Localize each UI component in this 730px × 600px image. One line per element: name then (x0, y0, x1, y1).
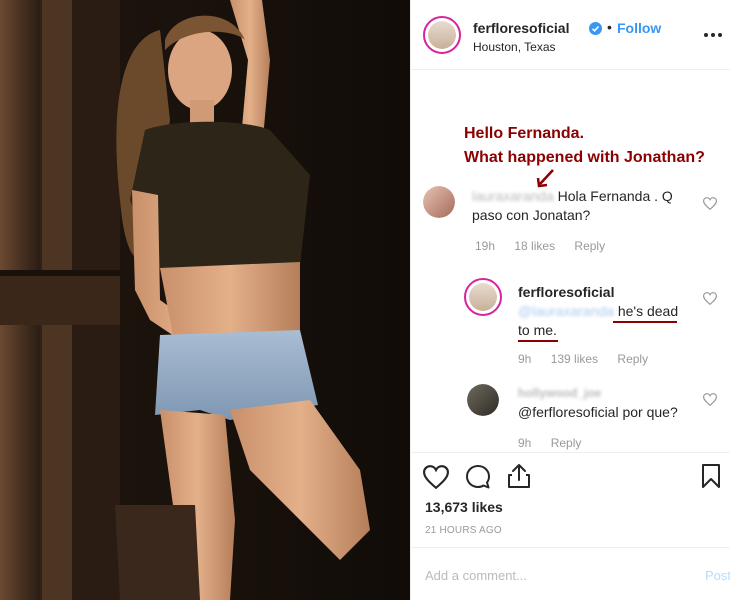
commenter-avatar[interactable] (423, 186, 455, 218)
like-reply-icon[interactable] (703, 292, 717, 305)
post-photo[interactable] (0, 0, 410, 600)
author-username[interactable]: ferfloresoficial (473, 20, 569, 36)
reply2-username[interactable]: hollywood_joe (518, 384, 601, 403)
reply-username[interactable]: ferfloresoficial (518, 283, 698, 302)
reply-likes[interactable]: 139 likes (551, 352, 598, 366)
post-header: ferfloresoficial • Follow Houston, Texas (411, 0, 730, 70)
reply-text-line2: to me. (518, 322, 557, 338)
comment-time[interactable]: 19h (475, 239, 495, 253)
post-timestamp[interactable]: 21 HOURS AGO (425, 525, 502, 536)
annotation-text: Hello Fernanda. What happened with Jonat… (464, 122, 705, 170)
like-reply2-icon[interactable] (703, 393, 717, 406)
comment-body: lauraxaranda Hola Fernanda . Q paso con … (472, 187, 682, 225)
annotation-line-1: Hello Fernanda. (464, 125, 585, 142)
like-icon[interactable] (423, 465, 449, 489)
post-actions: 13,673 likes 21 HOURS AGO (411, 452, 730, 547)
post-sidebar: ferfloresoficial • Follow Houston, Texas… (410, 0, 730, 600)
comment-icon[interactable] (465, 464, 491, 490)
comment-meta: 19h 18 likes Reply (475, 239, 621, 253)
reply-button[interactable]: Reply (574, 239, 605, 253)
verified-badge-icon (589, 22, 602, 35)
reply2-time[interactable]: 9h (518, 436, 531, 450)
post-location[interactable]: Houston, Texas (473, 40, 556, 54)
annotation-underline-1 (613, 321, 677, 323)
more-options-icon[interactable] (703, 26, 723, 37)
comment-text-line2: paso con Jonatan? (472, 207, 591, 223)
comment-likes[interactable]: 18 likes (514, 239, 555, 253)
reply2-body: hollywood_joe @ferfloresoficial por que? (518, 383, 698, 422)
author-avatar[interactable] (423, 16, 461, 54)
post-comment-button[interactable]: Post (705, 568, 730, 583)
add-comment-input[interactable]: Add a comment... (425, 568, 527, 583)
annotation-underline-2 (518, 340, 558, 342)
reply-meta: 9h 139 likes Reply (518, 352, 664, 366)
annotation-line-2: What happened with Jonathan? (464, 149, 705, 166)
reply2-reply-button[interactable]: Reply (551, 436, 582, 450)
commenter-username[interactable]: lauraxaranda (472, 187, 554, 206)
add-comment-bar: Add a comment... Post (411, 547, 730, 600)
reply-reply-button[interactable]: Reply (617, 352, 648, 366)
separator-dot: • (607, 19, 612, 35)
bookmark-icon[interactable] (701, 463, 721, 489)
reply2-author-avatar[interactable] (467, 384, 499, 416)
reply-body: ferfloresoficial @lauraxaranda he's dead… (518, 283, 698, 340)
reply-time[interactable]: 9h (518, 352, 531, 366)
comment-text-line1: Hola Fernanda . Q (557, 188, 673, 204)
reply-author-avatar[interactable] (464, 278, 502, 316)
reply2-text: @ferfloresoficial por que? (518, 404, 678, 420)
reply-mention[interactable]: @lauraxaranda (518, 302, 614, 321)
reply2-meta: 9h Reply (518, 436, 597, 450)
likes-count[interactable]: 13,673 likes (425, 499, 503, 515)
share-icon[interactable] (507, 463, 531, 489)
like-comment-icon[interactable] (703, 197, 717, 210)
post-image (0, 0, 410, 600)
reply-text-line1: he's dead (617, 303, 679, 319)
follow-button[interactable]: Follow (617, 20, 661, 36)
